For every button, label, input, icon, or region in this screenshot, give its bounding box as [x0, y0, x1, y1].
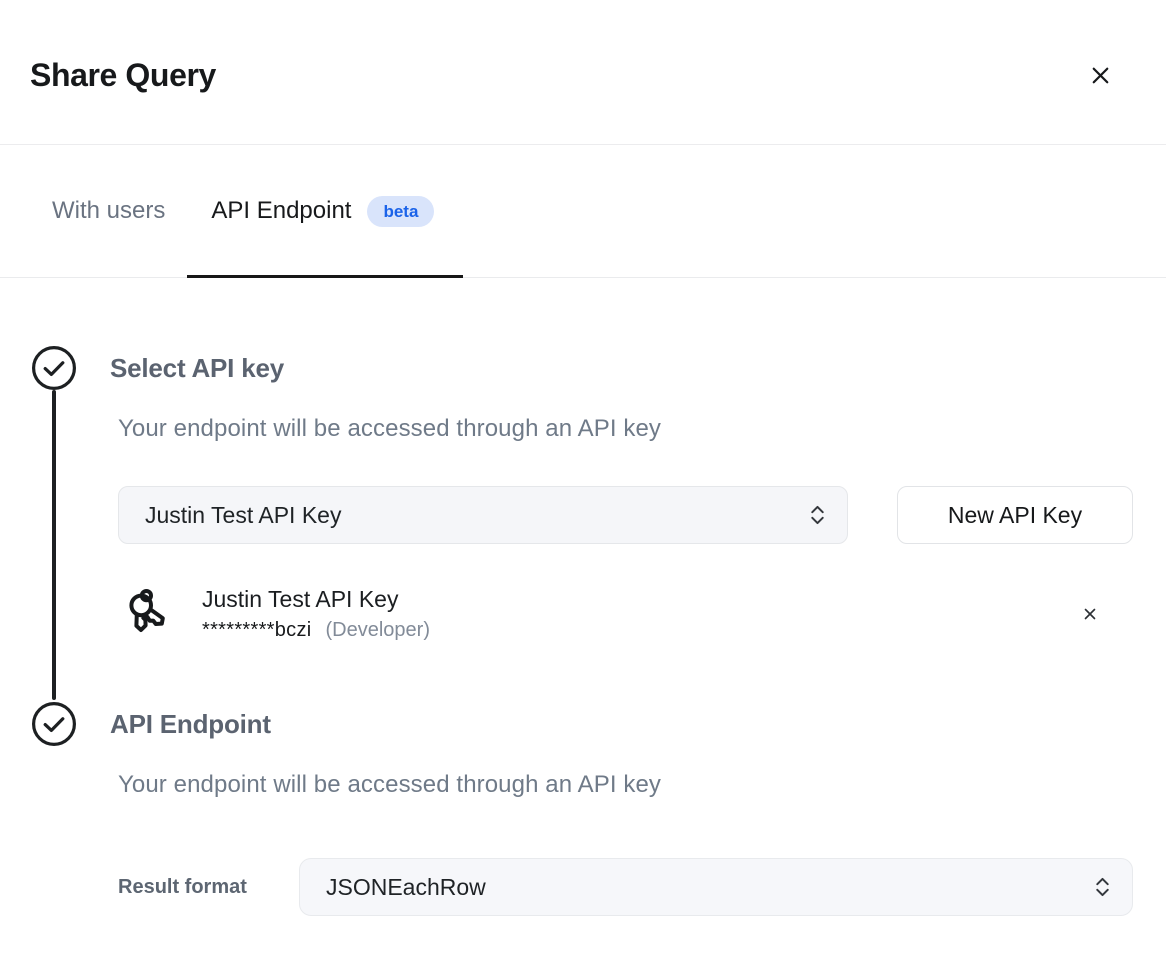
- close-icon: [1087, 62, 1114, 89]
- result-format-row: Result format JSONEachRow: [118, 858, 1133, 916]
- api-key-select[interactable]: Justin Test API Key: [118, 486, 848, 544]
- dialog-header: Share Query: [0, 0, 1166, 145]
- chevron-up-down-icon: [1093, 875, 1112, 899]
- selected-key-row: Justin Test API Key *********bczi (Devel…: [118, 584, 1133, 644]
- check-circle-icon: [30, 344, 78, 392]
- keys-icon: [118, 584, 178, 644]
- api-key-select-value: Justin Test API Key: [145, 502, 341, 529]
- tab-api-endpoint[interactable]: API Endpoint beta: [187, 145, 463, 277]
- beta-badge: beta: [367, 196, 434, 227]
- step-subtitle: Your endpoint will be accessed through a…: [118, 770, 1133, 800]
- selected-key-name: Justin Test API Key: [202, 586, 430, 613]
- result-format-value: JSONEachRow: [326, 874, 486, 901]
- result-format-select[interactable]: JSONEachRow: [299, 858, 1133, 916]
- result-format-label: Result format: [118, 876, 299, 899]
- remove-key-button[interactable]: [1077, 601, 1103, 627]
- x-icon: [1081, 605, 1099, 623]
- dialog-title: Share Query: [30, 57, 216, 94]
- api-key-controls: Justin Test API Key New API Key: [118, 486, 1133, 544]
- step-select-api-key: Select API key Your endpoint will be acc…: [30, 344, 1133, 700]
- step-title: Select API key: [110, 344, 1133, 392]
- share-query-dialog: Share Query With users API Endpoint beta: [0, 0, 1166, 954]
- check-circle-icon: [30, 700, 78, 748]
- step-title: API Endpoint: [110, 700, 1133, 748]
- close-button[interactable]: [1083, 58, 1118, 93]
- tab-with-users[interactable]: With users: [30, 145, 187, 277]
- selected-key-masked-secret: *********bczi: [202, 619, 312, 642]
- tab-bar: With users API Endpoint beta: [0, 145, 1166, 278]
- step-rail: [30, 344, 78, 700]
- tab-label: API Endpoint: [211, 197, 351, 225]
- new-api-key-button[interactable]: New API Key: [897, 486, 1133, 544]
- tab-label: With users: [52, 197, 165, 225]
- step-rail: [30, 700, 78, 916]
- selected-key-role: (Developer): [326, 619, 430, 642]
- step-connector-line: [52, 390, 56, 700]
- chevron-up-down-icon: [808, 503, 827, 527]
- step-subtitle: Your endpoint will be accessed through a…: [118, 414, 1133, 444]
- step-api-endpoint: API Endpoint Your endpoint will be acces…: [30, 700, 1133, 916]
- dialog-content: Select API key Your endpoint will be acc…: [0, 278, 1166, 954]
